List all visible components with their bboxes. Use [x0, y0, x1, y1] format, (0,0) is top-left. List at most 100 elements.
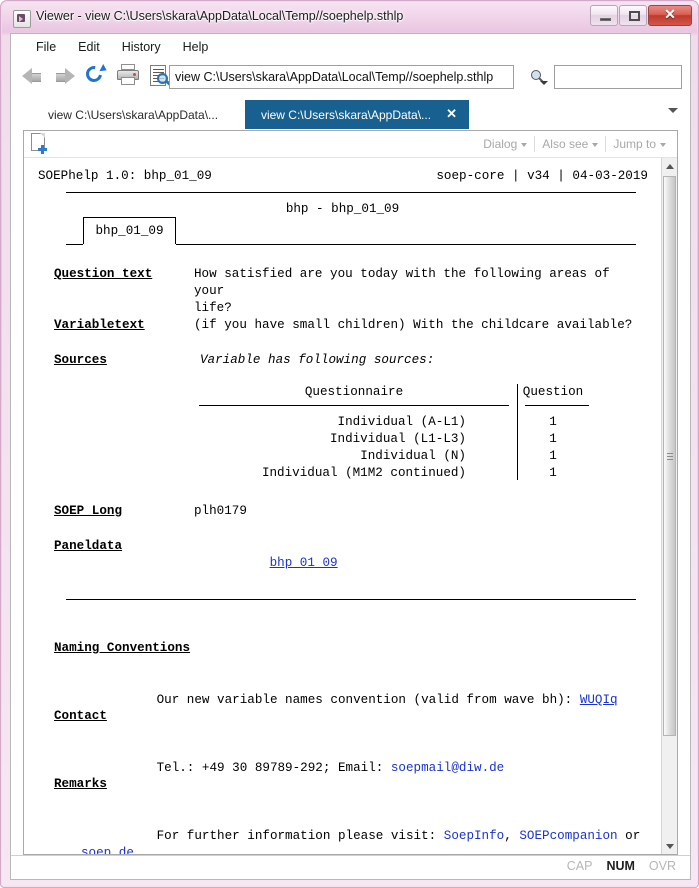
label-soep-long: SOEP Long: [54, 504, 123, 518]
forward-arrow-icon: [52, 64, 78, 88]
close-icon: ✕: [664, 8, 676, 23]
jump-to-dropdown-button[interactable]: Jump to: [606, 133, 673, 155]
naming-conventions-text: Our new variable names convention (valid…: [81, 675, 618, 726]
minimize-button[interactable]: [590, 5, 618, 26]
label-sources: Sources: [54, 353, 107, 367]
remarks-text: For further information please visit: So…: [81, 811, 661, 854]
status-indicators: CAP NUM OVR: [567, 859, 676, 873]
soepinfo-link[interactable]: SoepInfo: [444, 829, 504, 843]
cell-question: 1: [549, 432, 557, 446]
cell-questionnaire: Individual (L1-L3): [329, 432, 466, 446]
value-sources: Variable has following sources:: [200, 353, 435, 367]
cell-question: 1: [549, 466, 557, 480]
window-controls: ✕: [590, 5, 692, 27]
document-header-right: soep-core | v34 | 04-03-2019: [436, 169, 648, 183]
soepcompanion-link[interactable]: SOEPcompanion: [519, 829, 617, 843]
menu-item-file[interactable]: File: [25, 37, 67, 57]
viewer-toolbar-buttons: Dialog Also see Jump to: [476, 131, 673, 157]
viewer-pane: Dialog Also see Jump to SOEPhelp 1.0: bh…: [23, 130, 678, 855]
table-body: Individual (A-L1) 1 Individual (L1-L3) 1…: [194, 414, 592, 482]
cell-questionnaire: Individual (N): [360, 449, 466, 463]
table-row: Individual (N) 1: [194, 448, 592, 465]
paneldata-link-wrapper: bhp_01_09: [194, 538, 338, 589]
tab-active[interactable]: view C:\Users\skara\AppData\... ✕: [245, 100, 469, 129]
menu-item-edit[interactable]: Edit: [67, 37, 111, 57]
document-title: bhp - bhp_01_09: [285, 202, 400, 216]
document-header-left: SOEPhelp 1.0: bhp_01_09: [38, 169, 212, 183]
also-see-label: Also see: [542, 137, 589, 151]
scroll-down-button[interactable]: [662, 838, 677, 854]
print-button[interactable]: [116, 64, 144, 91]
tab-label: view C:\Users\skara\AppData\...: [260, 107, 432, 122]
toolbar-buttons: [20, 62, 176, 91]
menu-item-history[interactable]: History: [111, 37, 172, 57]
status-bar: CAP NUM OVR: [11, 855, 690, 879]
naming-text: Our new variable names convention (valid…: [156, 693, 580, 707]
table-row: Individual (A-L1) 1: [194, 414, 592, 431]
label-paneldata: Paneldata: [54, 539, 123, 553]
heading-contact: Contact: [54, 709, 107, 723]
new-document-button[interactable]: [30, 133, 50, 155]
chevron-down-icon: [592, 143, 599, 147]
tab-rule-left: [66, 244, 83, 245]
search-input[interactable]: [554, 65, 682, 89]
table-row: Individual (M1M2 continued) 1: [194, 465, 592, 482]
close-button[interactable]: ✕: [648, 5, 692, 26]
sources-table: Questionnaire Question Individual (A-L1)…: [194, 384, 594, 480]
forward-button[interactable]: [52, 64, 80, 91]
document-content: SOEPhelp 1.0: bhp_01_09 soep-core | v34 …: [24, 158, 661, 854]
jump-to-label: Jump to: [613, 137, 656, 151]
tab-close-icon[interactable]: ✕: [446, 107, 457, 121]
contact-text: Tel.: +49 30 89789-292; Email: soepmail@…: [81, 743, 505, 794]
value-question-text: How satisfied are you today with the fol…: [194, 267, 610, 315]
remarks-sep-2: or: [617, 829, 648, 843]
inner-tab-label: bhp_01_09: [95, 223, 164, 238]
header-rule: [66, 192, 636, 193]
tab-rule-right: [176, 244, 636, 245]
heading-remarks: Remarks: [54, 777, 107, 791]
soepde-link[interactable]: soep.de: [81, 846, 134, 854]
chevron-down-icon: [521, 143, 528, 147]
document-scrollbar[interactable]: [661, 158, 677, 854]
remarks-sep-1: ,: [504, 829, 520, 843]
paneldata-link[interactable]: bhp_01_09: [270, 556, 338, 570]
column-header-questionnaire: Questionnaire: [304, 385, 404, 399]
new-document-icon: [30, 133, 50, 155]
chevron-down-icon: [660, 143, 666, 147]
label-variabletext: Variabletext: [54, 318, 145, 332]
print-icon: [116, 64, 140, 86]
chevron-down-icon[interactable]: [668, 108, 678, 113]
maximize-icon: [629, 11, 640, 21]
cell-questionnaire: Individual (A-L1): [337, 415, 466, 429]
table-row: Individual (L1-L3) 1: [194, 431, 592, 448]
column-header-question: Question: [522, 385, 584, 399]
email-link[interactable]: soepmail@diw.de: [391, 761, 504, 775]
status-num: NUM: [606, 859, 635, 873]
dialog-dropdown-button[interactable]: Dialog: [476, 133, 534, 155]
window-title: Viewer - view C:\Users\skara\AppData\Loc…: [36, 9, 404, 23]
minimize-icon: [600, 18, 611, 21]
search-dropdown-icon[interactable]: [530, 70, 548, 87]
inner-tab-bhp[interactable]: bhp_01_09: [83, 217, 176, 244]
maximize-button[interactable]: [619, 5, 647, 26]
menu-bar: File Edit History Help: [11, 34, 690, 59]
wuqiq-link[interactable]: WUQIq: [580, 693, 618, 707]
table-header-row: Questionnaire Question: [194, 384, 594, 401]
address-input[interactable]: [169, 65, 514, 89]
tab-label: view C:\Users\skara\AppData\...: [47, 107, 219, 122]
refresh-button[interactable]: [82, 62, 112, 91]
document-header: SOEPhelp 1.0: bhp_01_09 soep-core | v34 …: [38, 168, 648, 185]
scroll-up-button[interactable]: [662, 158, 677, 174]
cell-question: 1: [549, 415, 557, 429]
also-see-dropdown-button[interactable]: Also see: [535, 133, 605, 155]
scrollbar-thumb[interactable]: [663, 176, 676, 736]
cell-questionnaire: Individual (M1M2 continued): [261, 466, 466, 480]
contact-tel-text: Tel.: +49 30 89789-292; Email:: [156, 761, 391, 775]
back-button[interactable]: [20, 64, 48, 91]
status-ovr: OVR: [648, 859, 676, 873]
heading-naming-conventions: Naming Conventions: [54, 641, 191, 655]
menu-item-help[interactable]: Help: [172, 37, 220, 57]
tab-inactive[interactable]: view C:\Users\skara\AppData\...: [27, 100, 239, 129]
remarks-lead-text: For further information please visit:: [156, 829, 444, 843]
status-cap: CAP: [566, 859, 593, 873]
